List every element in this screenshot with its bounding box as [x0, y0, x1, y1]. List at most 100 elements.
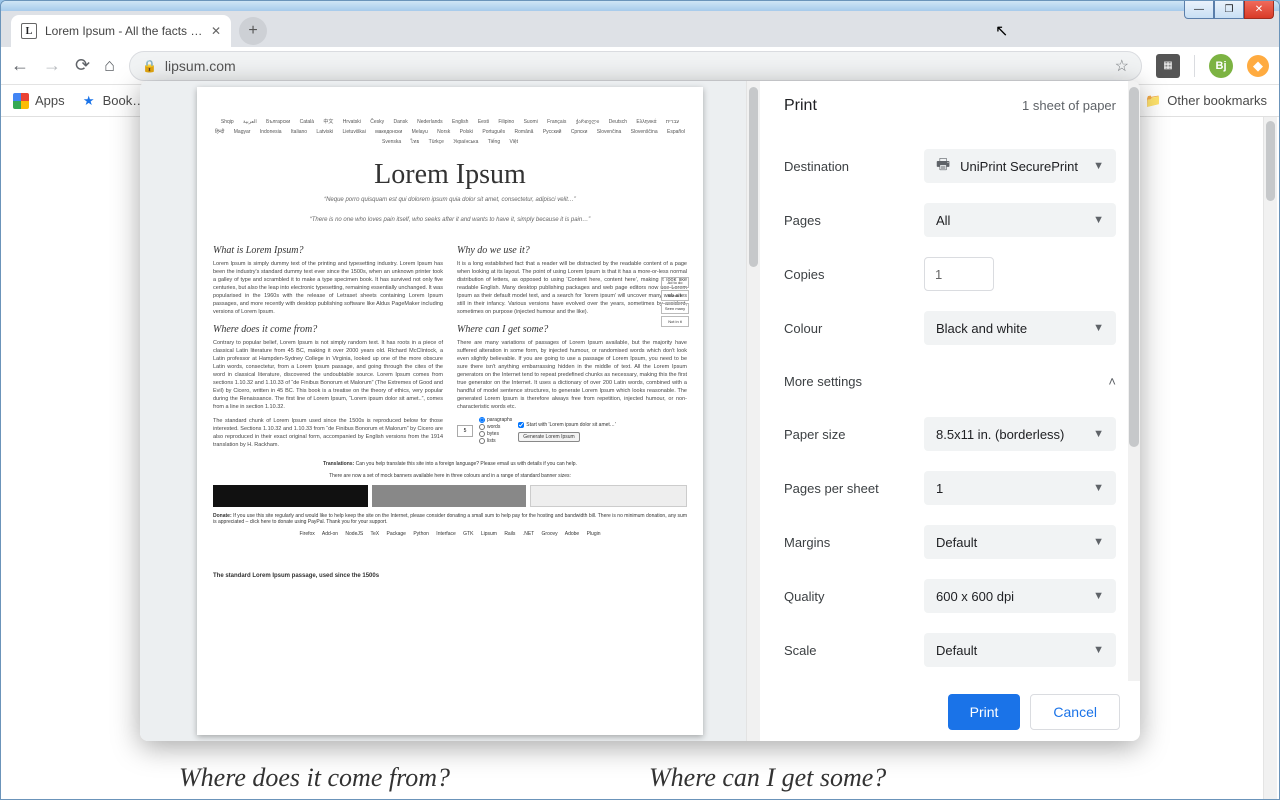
destination-select[interactable]: 🖶 UniPrint SecurePrint ▼: [924, 149, 1116, 183]
preview-language-list: Shqip العربية Български Català 中文 Hrvats…: [213, 117, 687, 147]
preview-p-get: There are many variations of passages of…: [457, 339, 687, 411]
tab-close-icon[interactable]: ✕: [211, 24, 221, 38]
more-settings-label: More settings: [784, 374, 862, 389]
chevron-up-icon: ˄: [1108, 374, 1116, 389]
chevron-down-icon: ▼: [1093, 322, 1104, 334]
pages-value: All: [936, 213, 950, 228]
scrollbar-thumb[interactable]: [749, 87, 758, 267]
lock-icon: 🔒: [142, 59, 157, 73]
pps-select[interactable]: 1 ▼: [924, 471, 1116, 505]
reload-button[interactable]: ⟳: [75, 55, 90, 76]
copies-input[interactable]: 1: [924, 257, 994, 291]
sheet-summary: 1 sheet of paper: [1022, 98, 1116, 113]
more-settings-toggle[interactable]: More settings ˄: [784, 355, 1116, 407]
print-options-pane: Print 1 sheet of paper Destination 🖶 Uni…: [760, 81, 1140, 741]
pps-label: Pages per sheet: [784, 481, 924, 496]
cancel-button[interactable]: Cancel: [1030, 694, 1120, 730]
preview-plugin-links: Firefox Add-on NodeJS TeX Package Python…: [213, 531, 687, 537]
bookmark-star-icon[interactable]: ☆: [1115, 56, 1129, 76]
scale-value: Default: [936, 643, 977, 658]
scrollbar-thumb[interactable]: [1266, 121, 1275, 201]
gen-radio-bytes: [479, 431, 485, 437]
preview-subtitle-2: “There is no one who loves pain itself, …: [213, 217, 687, 223]
gen-count-input: [457, 425, 473, 437]
browser-tab[interactable]: L Lorem Ipsum - All the facts - Lips… ✕: [11, 15, 231, 47]
address-bar[interactable]: 🔒 lipsum.com ☆: [129, 51, 1142, 81]
chevron-down-icon: ▼: [1093, 536, 1104, 548]
chevron-down-icon: ▼: [1093, 214, 1104, 226]
printer-icon: 🖶: [936, 154, 950, 179]
quality-select[interactable]: 600 x 600 dpi ▼: [924, 579, 1116, 613]
preview-h-get: Where can I get some?: [457, 324, 687, 335]
gen-start-checkbox: [518, 422, 524, 428]
pages-select[interactable]: All ▼: [924, 203, 1116, 237]
print-button[interactable]: Print: [948, 694, 1021, 730]
sync-status-icon[interactable]: ◆: [1247, 55, 1269, 77]
gen-radio-lists: [479, 438, 485, 444]
profile-avatar[interactable]: Bj: [1209, 54, 1233, 78]
preview-h-where: Where does it come from?: [213, 324, 443, 335]
other-bookmarks[interactable]: 📁 Other bookmarks: [1145, 93, 1267, 109]
print-preview-page[interactable]: Shqip العربية Български Català 中文 Hrvats…: [197, 87, 703, 735]
preview-h-why: Why do we use it?: [457, 245, 687, 256]
preview-title: Lorem Ipsum: [213, 159, 687, 191]
preview-banners-intro: There are now a set of mock banners avai…: [213, 473, 687, 479]
print-dialog: Shqip العربية Български Català 中文 Hrvats…: [140, 81, 1140, 741]
page-heading-right: Where can I get some?: [649, 763, 886, 793]
browser-toolbar: ← → ⟳ ⌂ 🔒 lipsum.com ☆ ▦ Bj ◆: [1, 47, 1279, 85]
scale-select[interactable]: Default ▼: [924, 633, 1116, 667]
margins-select[interactable]: Default ▼: [924, 525, 1116, 559]
window-maximize-button[interactable]: ❐: [1214, 1, 1244, 19]
bookmark-label: Book…: [103, 93, 146, 108]
scrollbar-thumb[interactable]: [1129, 87, 1139, 447]
page-scrollbar[interactable]: [1263, 117, 1277, 799]
chevron-down-icon: ▼: [1093, 482, 1104, 494]
bookmark-item[interactable]: ★ Book…: [81, 93, 146, 109]
chevron-down-icon: ▼: [1093, 428, 1104, 440]
apps-shortcut[interactable]: Apps: [13, 93, 65, 109]
print-title: Print: [784, 97, 817, 115]
browser-window: — ❐ ✕ L Lorem Ipsum - All the facts - Li…: [0, 0, 1280, 800]
colour-value: Black and white: [936, 321, 1027, 336]
margins-label: Margins: [784, 535, 924, 550]
paper-size-value: 8.5x11 in. (borderless): [936, 427, 1064, 442]
preview-ad-sidebar: Ad to doAhead itSeen manyNot in it: [661, 277, 689, 329]
options-scrollbar[interactable]: [1128, 81, 1140, 681]
extension-icon[interactable]: ▦: [1156, 54, 1180, 78]
print-actions: Print Cancel: [760, 681, 1140, 741]
paper-size-select[interactable]: 8.5x11 in. (borderless) ▼: [924, 417, 1116, 451]
preview-scrollbar[interactable]: [746, 81, 760, 741]
preview-subtitle-1: “Neque porro quisquam est qui dolorem ip…: [213, 197, 687, 203]
copies-label: Copies: [784, 267, 924, 282]
gen-radio-paragraphs: [479, 417, 485, 423]
pages-label: Pages: [784, 213, 924, 228]
window-titlebar[interactable]: [1, 1, 1279, 11]
chevron-down-icon: ▼: [1093, 160, 1104, 172]
apps-grid-icon: [13, 93, 29, 109]
gen-button: Generate Lorem Ipsum: [518, 432, 579, 442]
gen-radio-words: [479, 424, 485, 430]
forward-button: →: [43, 55, 61, 76]
preview-p-why: It is a long established fact that a rea…: [457, 260, 687, 316]
toolbar-separator: [1194, 55, 1195, 77]
scale-label: Scale: [784, 643, 924, 658]
favicon-icon: L: [21, 23, 37, 39]
print-preview-pane: Shqip العربية Български Català 中文 Hrvats…: [140, 81, 760, 741]
pps-value: 1: [936, 481, 943, 496]
preview-banners: [213, 485, 687, 507]
home-button[interactable]: ⌂: [104, 55, 115, 76]
preview-p-where: Contrary to popular belief, Lorem Ipsum …: [213, 339, 443, 411]
colour-select[interactable]: Black and white ▼: [924, 311, 1116, 345]
preview-p-std: The standard chunk of Lorem Ipsum used s…: [213, 417, 443, 449]
paper-size-label: Paper size: [784, 427, 924, 442]
tab-strip: L Lorem Ipsum - All the facts - Lips… ✕ …: [1, 11, 1279, 47]
preview-generator: paragraphs words bytes lists Start with …: [457, 417, 687, 444]
window-minimize-button[interactable]: —: [1184, 1, 1214, 19]
margins-value: Default: [936, 535, 977, 550]
back-button[interactable]: ←: [11, 55, 29, 76]
star-icon: ★: [81, 93, 97, 109]
preview-p-what: Lorem Ipsum is simply dummy text of the …: [213, 260, 443, 316]
new-tab-button[interactable]: +: [239, 17, 267, 45]
window-close-button[interactable]: ✕: [1244, 1, 1274, 19]
url-text: lipsum.com: [165, 58, 1107, 74]
